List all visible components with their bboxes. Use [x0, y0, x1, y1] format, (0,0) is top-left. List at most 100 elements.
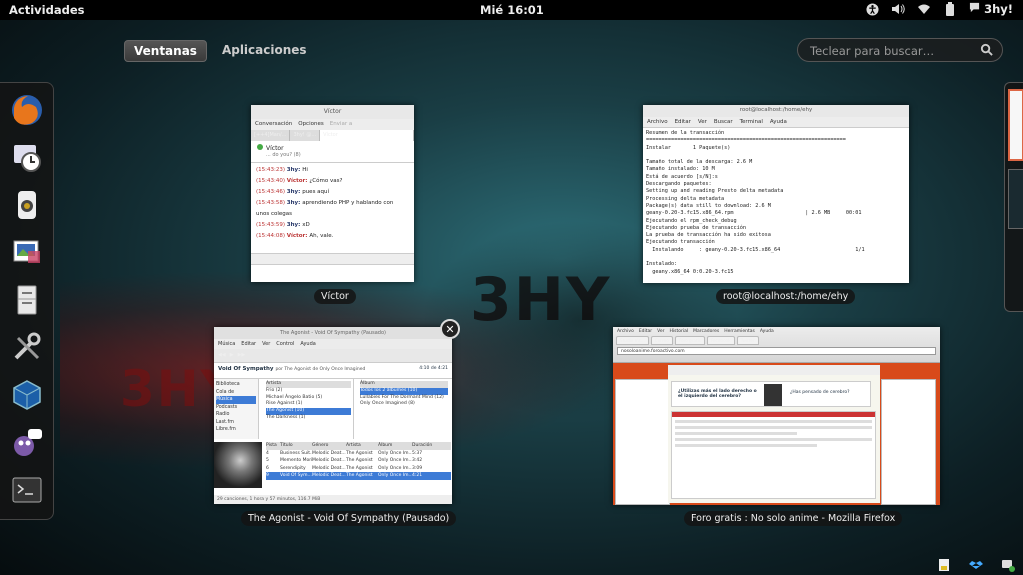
- menu-item[interactable]: Herramientas: [724, 329, 755, 334]
- column-header[interactable]: Álbum: [378, 442, 412, 450]
- sidebar-item[interactable]: Last.fm: [216, 419, 256, 427]
- rhythmbox-icon[interactable]: [8, 186, 46, 224]
- browser-tab[interactable]: Foro gratis: [674, 336, 705, 345]
- track-row[interactable]: 6 Serendipity Melodic Deat... The Agonist On…: [266, 465, 451, 473]
- menu-item[interactable]: Ver: [262, 341, 270, 347]
- virtualbox-icon[interactable]: [8, 376, 46, 414]
- terminal-icon[interactable]: [8, 471, 46, 509]
- image-viewer-icon[interactable]: [8, 233, 46, 271]
- track-row[interactable]: 5 Memento Mori Melodic Deat... The Agonist O…: [266, 457, 451, 465]
- track-row[interactable]: 4 Business Suit... Melodic Deat... The Agon…: [266, 450, 451, 458]
- question-text: ¿Utilizas más el lado derecho o el izqui…: [678, 389, 757, 399]
- volume-icon[interactable]: [891, 2, 905, 16]
- terminal-window[interactable]: root@localhost:/home/ehy Archivo Editar Ve…: [643, 105, 909, 283]
- sidebar-item[interactable]: Podcasts: [216, 404, 256, 412]
- clock[interactable]: Mié 16:01: [480, 3, 544, 17]
- accessibility-icon[interactable]: [865, 2, 879, 16]
- message-input[interactable]: [251, 265, 414, 282]
- terminal-output[interactable]: Resumen de la transacción ===============…: [643, 128, 909, 283]
- firefox-icon[interactable]: [8, 91, 46, 129]
- chat-notification-icon[interactable]: [1001, 557, 1015, 572]
- conversation-tab[interactable]: 3hy! @...: [290, 130, 321, 141]
- browser-tab[interactable]: Twitter: [736, 336, 759, 345]
- menu-item[interactable]: Editar: [639, 329, 652, 334]
- dash: [0, 82, 54, 520]
- column-header[interactable]: Pista: [266, 442, 280, 450]
- search-input[interactable]: Teclear para buscar…: [797, 38, 1003, 62]
- sidebar-item[interactable]: Música: [216, 396, 256, 404]
- tab-windows[interactable]: Ventanas: [124, 40, 207, 62]
- menu-item[interactable]: Editar: [675, 119, 691, 125]
- menu-item[interactable]: Ayuda: [770, 119, 787, 125]
- pidgin-icon[interactable]: [8, 423, 46, 461]
- menu-item[interactable]: Control: [276, 341, 294, 347]
- menu-item[interactable]: Buscar: [714, 119, 733, 125]
- track-cell: Only Once Im...: [378, 465, 412, 471]
- workspace-1-thumbnail[interactable]: [1008, 89, 1023, 161]
- column-header[interactable]: Duración: [412, 442, 434, 450]
- track-row[interactable]: 9 Void Of Sym... Melodic Deat... The Agonis…: [266, 472, 451, 480]
- conversation-tab[interactable]: Víctor: [320, 130, 414, 141]
- url-bar[interactable]: nosoloanime.foroactivo.com: [617, 347, 936, 355]
- menu-item[interactable]: Ayuda: [300, 341, 315, 347]
- column-header[interactable]: Género: [312, 442, 346, 450]
- settings-tools-icon[interactable]: [8, 328, 46, 366]
- dropbox-icon[interactable]: [969, 557, 983, 571]
- document-icon[interactable]: [937, 557, 951, 571]
- contact-status: ... do you? (8): [266, 152, 301, 158]
- browser-tab[interactable]: Studio Vis...: [616, 336, 649, 345]
- font-button[interactable]: Tipografía: [255, 256, 283, 262]
- attention-button[interactable]: Atención: [344, 256, 368, 262]
- column-header[interactable]: Título: [280, 442, 312, 450]
- column-header[interactable]: Artista: [346, 442, 378, 450]
- sidebar-item[interactable]: Radio: [216, 411, 256, 419]
- contact-header: Víctor ... do you? (8): [251, 141, 414, 163]
- smiley-button[interactable]: ¡Sonría!: [316, 256, 338, 262]
- workspace-2-thumbnail[interactable]: [1008, 169, 1023, 229]
- artist-item[interactable]: The Darkness (1): [266, 415, 351, 422]
- artist-item[interactable]: The Agonist (10): [266, 408, 351, 415]
- pidgin-window[interactable]: Víctor Conversación Opciones Enviar a [+…: [251, 105, 414, 282]
- clock-icon[interactable]: [8, 138, 46, 176]
- menu-item[interactable]: Terminal: [740, 119, 763, 125]
- menu-item[interactable]: Editar: [241, 341, 256, 347]
- close-window-button[interactable]: ✕: [440, 319, 460, 339]
- previous-icon[interactable]: ◀◀: [218, 352, 226, 359]
- rhythmbox-window[interactable]: The Agonist - Void Of Sympathy (Pausado)…: [214, 327, 452, 504]
- chat-text: xD: [302, 222, 310, 228]
- wifi-icon[interactable]: [917, 2, 931, 16]
- menu-item[interactable]: Ayuda: [760, 329, 774, 334]
- next-icon[interactable]: ▶▶: [238, 352, 246, 359]
- browser-tab[interactable]: Facebook: [706, 336, 735, 345]
- chat-text: ¿Cómo vas?: [309, 178, 343, 184]
- play-icon[interactable]: ▶: [230, 352, 234, 359]
- sidebar-item[interactable]: Cola de: [216, 389, 256, 397]
- menu-item[interactable]: Música: [218, 341, 235, 347]
- track-cell: Melodic Deat...: [312, 458, 346, 464]
- battery-icon[interactable]: [943, 2, 957, 16]
- forum-banner: [668, 365, 880, 375]
- status-tray: 3hy!: [865, 2, 1013, 16]
- insert-button[interactable]: Insertar: [289, 256, 310, 262]
- tab-applications[interactable]: Aplicaciones: [213, 40, 316, 62]
- artist-item[interactable]: Frio (2): [266, 388, 351, 395]
- user-menu[interactable]: 3hy!: [969, 2, 1013, 16]
- activities-button[interactable]: Actividades: [9, 3, 84, 17]
- menu-item[interactable]: Enviar a: [330, 121, 353, 128]
- album-item[interactable]: Todos los 2 álbumes (10): [360, 387, 448, 395]
- file-cabinet-icon[interactable]: [8, 281, 46, 319]
- menu-item[interactable]: Opciones: [298, 121, 323, 128]
- browser-tab[interactable]: Correo: [650, 336, 673, 345]
- album-item[interactable]: Only Once Imagined (8): [360, 401, 448, 408]
- menu-item[interactable]: Archivo: [617, 329, 634, 334]
- sidebar-item[interactable]: Libre.fm: [216, 426, 256, 434]
- menu-item[interactable]: Marcadores: [693, 329, 719, 334]
- firefox-window[interactable]: Archivo Editar Ver Historial Marcadores Herra…: [613, 327, 940, 505]
- menu-item[interactable]: Archivo: [647, 119, 668, 125]
- menu-item[interactable]: Ver: [698, 119, 707, 125]
- menu-item[interactable]: Conversación: [255, 121, 292, 128]
- window-caption: Víctor: [314, 289, 356, 304]
- menu-item[interactable]: Ver: [657, 329, 664, 334]
- menu-item[interactable]: Historial: [670, 329, 689, 334]
- conversation-tab[interactable]: [++4]Man/...: [251, 130, 291, 141]
